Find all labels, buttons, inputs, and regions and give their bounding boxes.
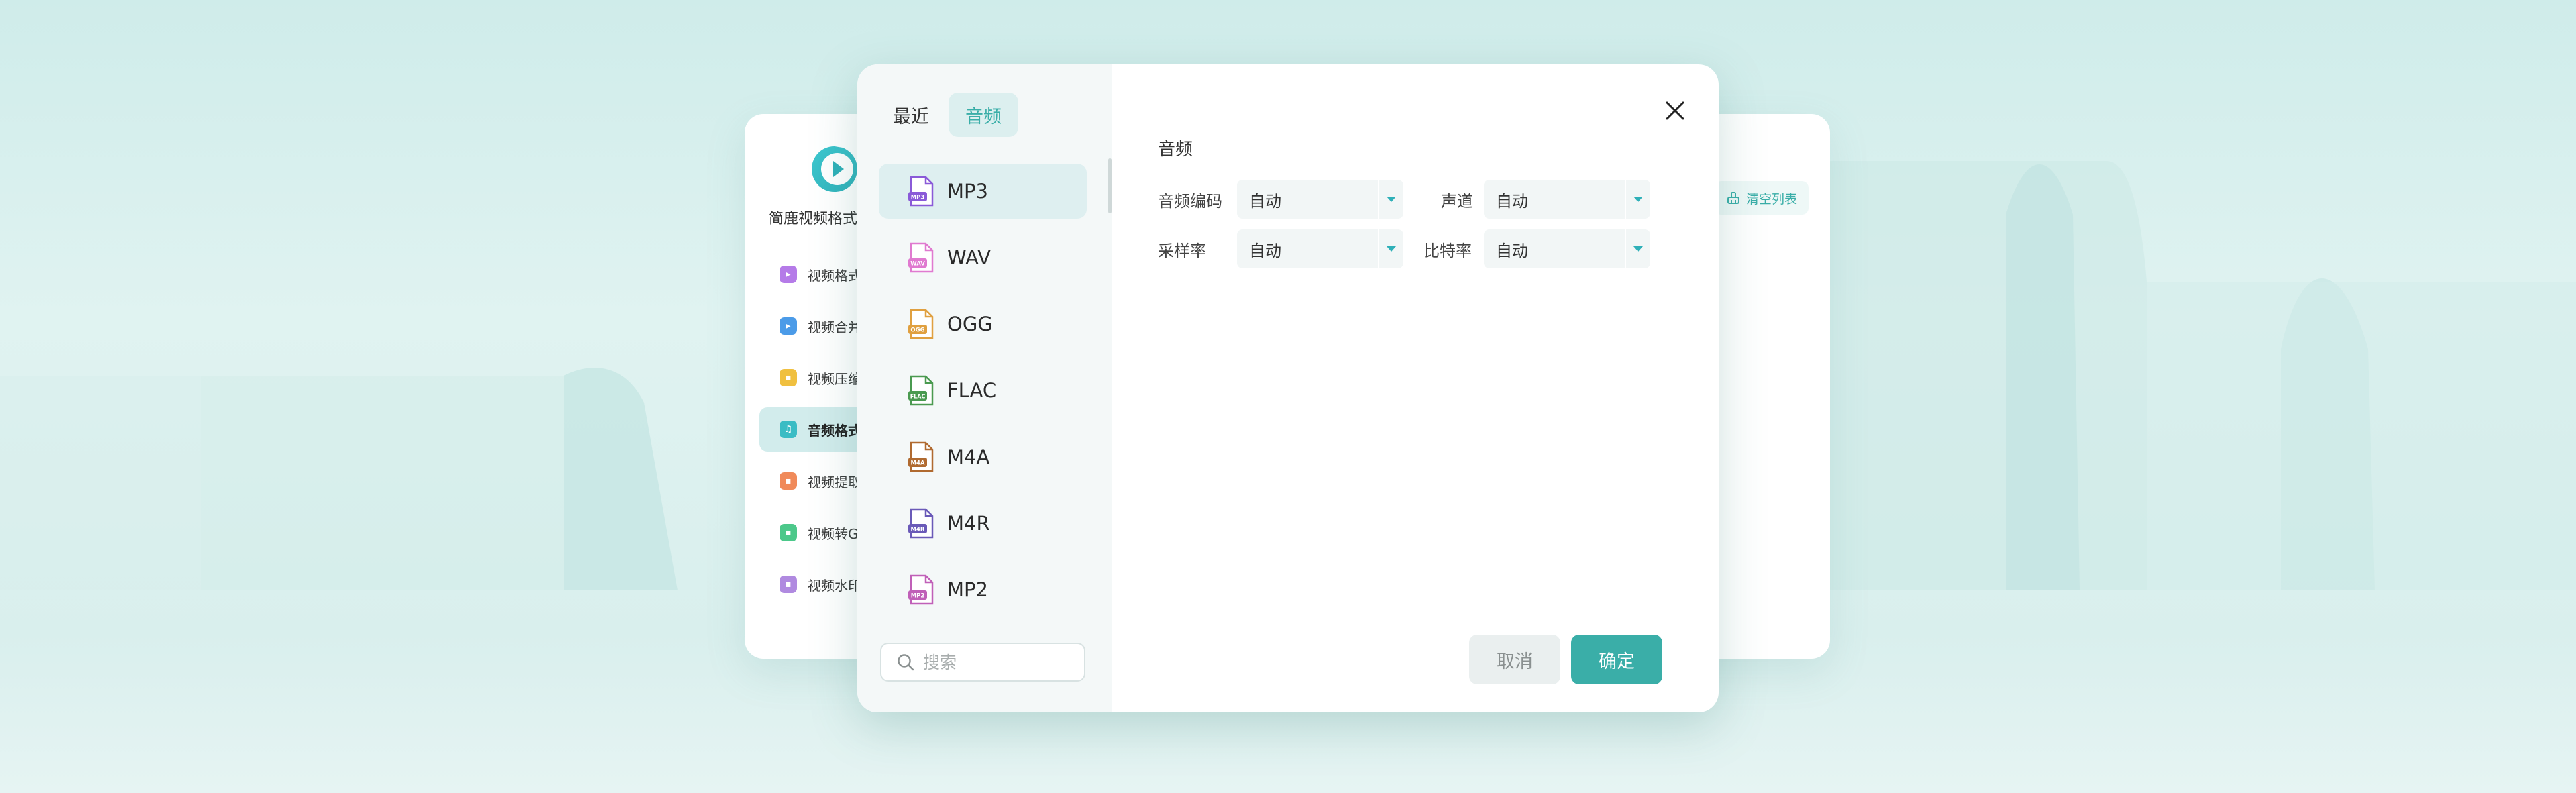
mp2-file-icon: MP2 [908,574,934,605]
nav-label: 视频格式 [808,267,861,284]
wav-file-icon: WAV [908,242,934,273]
audio-section-title: 音频 [1158,140,1193,160]
caret-down-icon [1378,229,1403,268]
channel-select[interactable]: 自动 [1484,180,1650,219]
ogg-file-icon: OGG [908,309,934,339]
app-logo-icon [812,146,857,192]
mp2-badge: MP2 [911,593,925,600]
channel-label: 声道 [1441,192,1473,211]
caret-down-icon [1625,229,1650,268]
sample-rate-label: 采样率 [1158,242,1206,260]
format-search-box[interactable] [880,643,1085,682]
nav-label: 音频格式 [808,422,861,439]
search-icon [898,654,914,671]
caret-down-icon [1625,180,1650,219]
select-value: 自动 [1249,191,1281,211]
format-list-scrollbar[interactable] [1108,158,1112,213]
select-value: 自动 [1249,241,1281,260]
nav-item-video-merge[interactable]: ▸ 视频合并 [759,304,873,348]
nav-item-video-extract[interactable]: ▪ 视频提取 [759,459,873,503]
mp3-badge: MP3 [911,195,925,201]
select-value: 自动 [1496,241,1528,260]
video-watermark-icon: ▪ [780,576,797,593]
broom-icon [1727,192,1739,204]
format-list-pane: 最近 音频 MP3 MP3 WAV WAV OGG OGG FLAC FLAC … [857,64,1112,712]
format-label: OGG [947,313,993,335]
format-label: WAV [947,246,991,269]
m4r-file-icon: M4R [908,508,934,539]
select-value: 自动 [1496,191,1528,211]
flac-badge: FLAC [910,394,926,400]
mp3-file-icon: MP3 [908,176,934,207]
nav-item-video-compress[interactable]: ▪ 视频压缩 [759,356,873,400]
search-input[interactable] [922,651,1072,673]
video-convert-icon: ▸ [780,266,797,283]
format-label: MP3 [947,180,988,203]
format-label: FLAC [947,379,997,402]
sample-rate-select[interactable]: 自动 [1237,229,1403,268]
format-item-mp2[interactable]: MP2 MP2 [879,562,1087,617]
clear-list-button[interactable]: 清空列表 [1715,181,1809,215]
format-item-m4r[interactable]: M4R M4R [879,496,1087,551]
audio-codec-select[interactable]: 自动 [1237,180,1403,219]
flac-file-icon: FLAC [908,375,934,406]
nav-label: 视频合并 [808,319,861,335]
close-button[interactable] [1660,95,1690,126]
format-item-mp3[interactable]: MP3 MP3 [879,164,1087,219]
bitrate-select[interactable]: 自动 [1484,229,1650,268]
bitrate-label: 比特率 [1424,242,1472,260]
ogg-badge: OGG [910,327,924,334]
m4r-badge: M4R [911,527,925,533]
app-name: 简鹿视频格式 [769,211,858,227]
nav-label: 视频压缩 [808,370,861,387]
tab-recent[interactable]: 最近 [885,93,936,137]
nav-label: 视频水印 [808,577,861,594]
nav-item-video-watermark[interactable]: ▪ 视频水印 [759,562,873,606]
format-item-wav[interactable]: WAV WAV [879,230,1087,285]
video-gif-icon: ▪ [780,524,797,541]
format-item-m4a[interactable]: M4A M4A [879,429,1087,484]
format-label: MP2 [947,578,988,601]
wav-badge: WAV [910,261,925,268]
nav-item-video-convert[interactable]: ▸ 视频格式 [759,252,873,297]
m4a-badge: M4A [911,460,925,467]
nav-label: 视频提取 [808,474,861,490]
video-compress-icon: ▪ [780,369,797,386]
caret-down-icon [1378,180,1403,219]
nav-item-video-gif[interactable]: ▪ 视频转GIF [759,511,873,555]
confirm-button[interactable]: 确定 [1571,635,1662,684]
format-label: M4R [947,512,990,535]
audio-convert-icon: ♫ [780,421,797,438]
format-item-ogg[interactable]: OGG OGG [879,297,1087,352]
video-merge-icon: ▸ [780,317,797,335]
format-dialog: 最近 音频 MP3 MP3 WAV WAV OGG OGG FLAC FLAC … [857,64,1719,712]
close-icon [1666,101,1684,120]
audio-codec-label: 音频编码 [1158,192,1222,211]
clear-list-label: 清空列表 [1746,191,1797,207]
format-item-flac[interactable]: FLAC FLAC [879,363,1087,418]
format-label: M4A [947,445,990,468]
nav-item-audio-convert[interactable]: ♫ 音频格式 [759,407,873,452]
cancel-button[interactable]: 取消 [1469,635,1560,684]
tab-audio[interactable]: 音频 [949,93,1018,137]
m4a-file-icon: M4A [908,441,934,472]
video-extract-icon: ▪ [780,472,797,490]
